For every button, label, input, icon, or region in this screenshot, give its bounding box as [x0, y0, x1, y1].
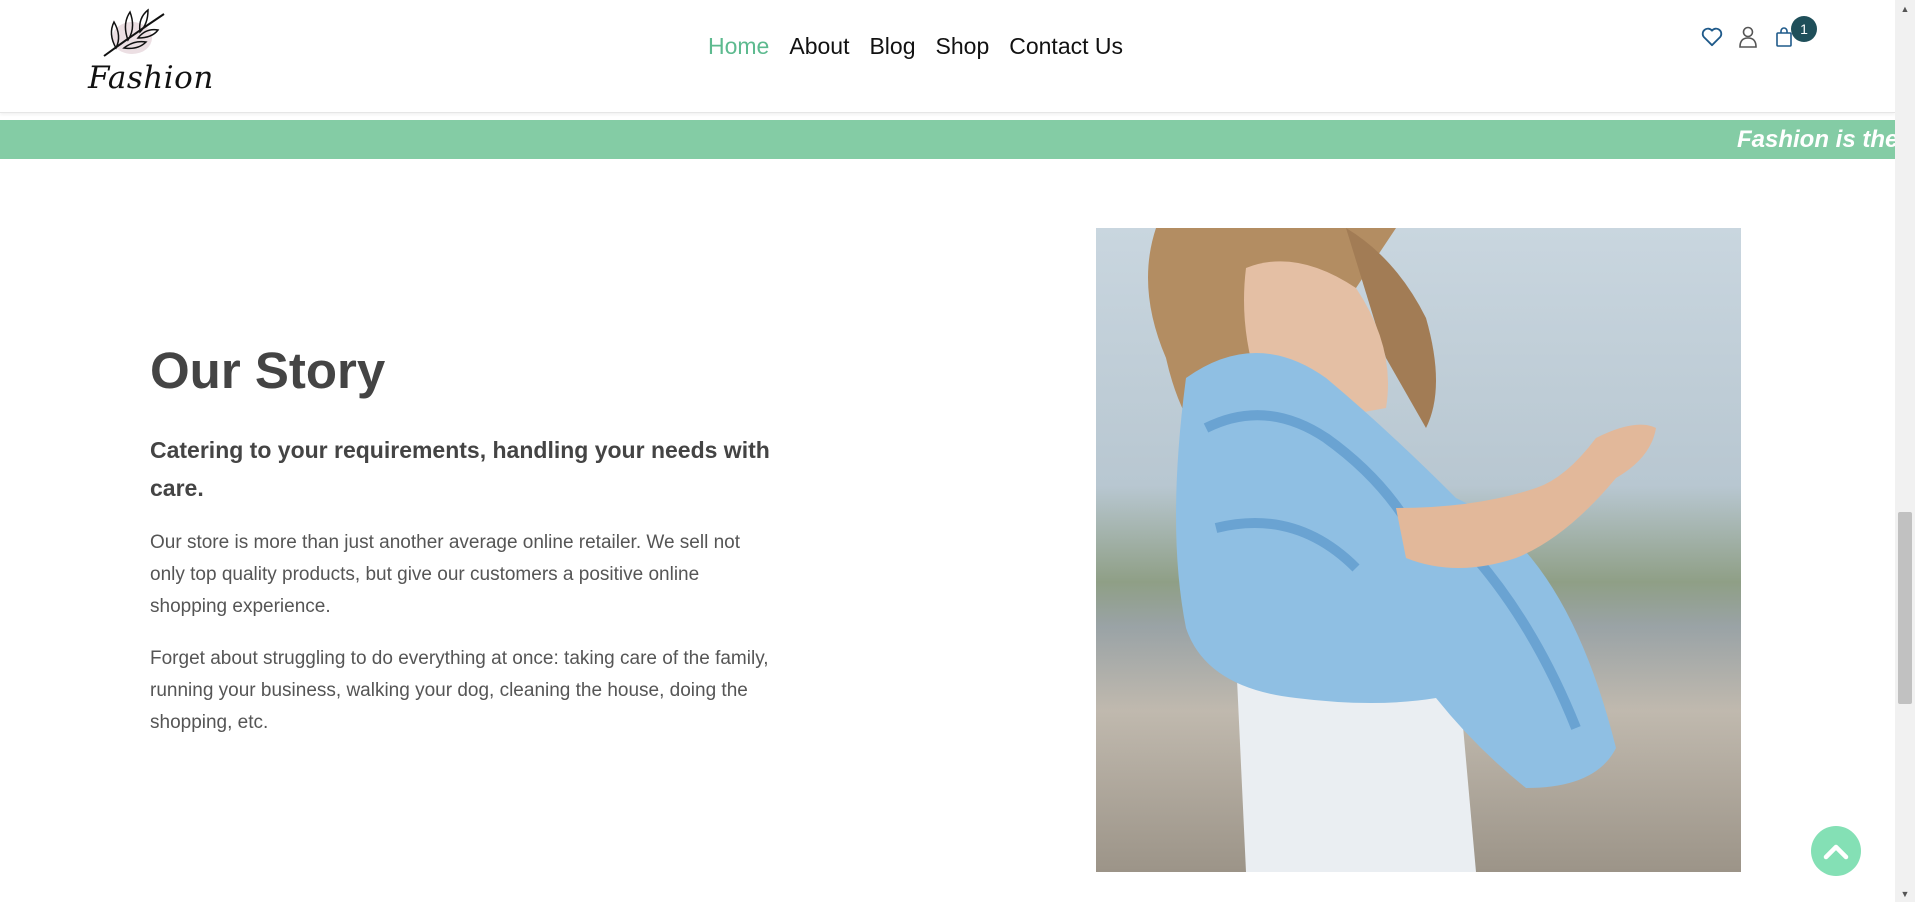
- our-story-section: Our Story Catering to your requirements,…: [150, 340, 780, 759]
- story-title: Our Story: [150, 342, 386, 399]
- nav-item-shop[interactable]: Shop: [936, 33, 990, 60]
- story-paragraph: Forget about struggling to do everything…: [150, 648, 769, 734]
- woman-knit-scarf-image: [1148, 228, 1656, 872]
- heart-icon[interactable]: [1701, 24, 1723, 50]
- chevron-up-icon: [1823, 844, 1849, 860]
- nav-item-home[interactable]: Home: [708, 33, 769, 60]
- scrollbar-thumb[interactable]: [1898, 512, 1912, 704]
- cart-count-badge: 1: [1791, 16, 1817, 42]
- nav-item-about[interactable]: About: [789, 33, 849, 60]
- story-photo: [1096, 228, 1741, 872]
- back-to-top-button[interactable]: [1811, 826, 1861, 876]
- vertical-scrollbar[interactable]: ▲ ▼: [1895, 0, 1915, 902]
- user-icon[interactable]: [1737, 24, 1759, 50]
- nav-item-blog[interactable]: Blog: [869, 33, 915, 60]
- story-paragraph: Our store is more than just another aver…: [150, 532, 741, 618]
- site-header: Fashion Home About Blog Shop Contact Us …: [0, 0, 1895, 113]
- cart-button[interactable]: 1: [1773, 16, 1817, 50]
- header-icons: 1: [1701, 16, 1817, 50]
- scroll-down-arrow-icon[interactable]: ▼: [1895, 885, 1915, 902]
- announcement-banner: Fashion is the: [0, 120, 1895, 159]
- main-nav: Home About Blog Shop Contact Us: [708, 33, 1123, 60]
- story-subtitle: Catering to your requirements, handling …: [150, 437, 770, 502]
- nav-item-contact-us[interactable]: Contact Us: [1009, 33, 1123, 60]
- logo[interactable]: Fashion: [84, 4, 213, 100]
- leaf-branch-icon: [103, 8, 165, 57]
- logo-text: Fashion: [88, 60, 214, 96]
- banner-text: Fashion is the: [1737, 126, 1895, 153]
- scroll-up-arrow-icon[interactable]: ▲: [1895, 0, 1915, 17]
